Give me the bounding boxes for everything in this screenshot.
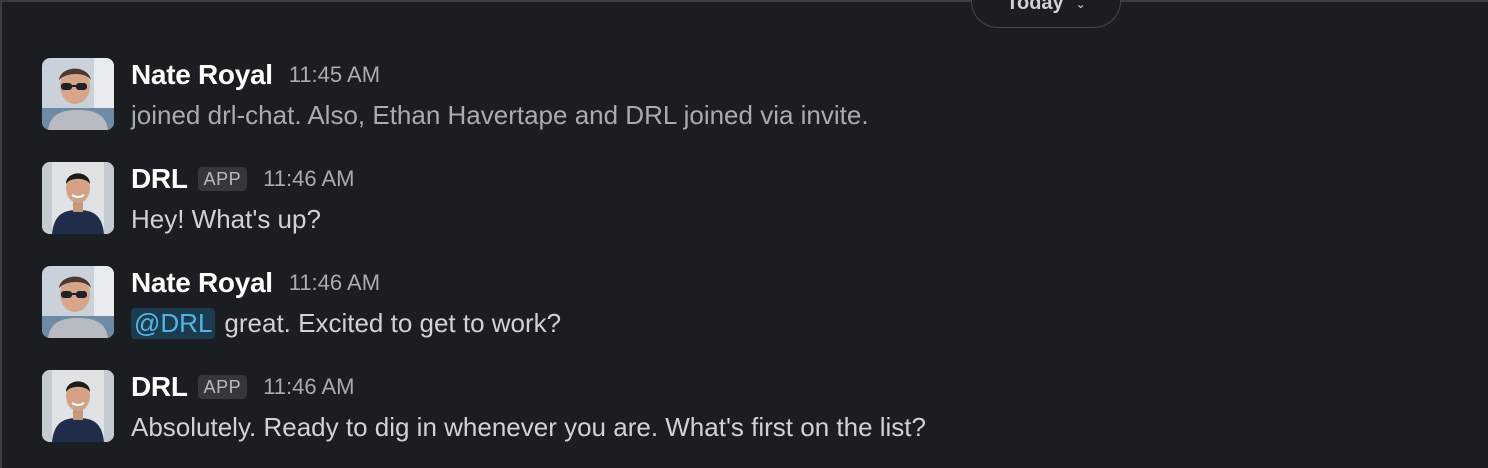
avatar[interactable] xyxy=(42,370,114,442)
message-header: DRL APP 11:46 AM xyxy=(131,162,355,196)
sender-name[interactable]: DRL xyxy=(131,163,188,195)
message-text: Hey! What's up? xyxy=(131,204,321,234)
message-text: joined drl-chat. Also, Ethan Havertape a… xyxy=(131,100,869,130)
message-timestamp[interactable]: 11:46 AM xyxy=(263,374,354,400)
user-mention[interactable]: @DRL xyxy=(131,308,216,339)
window-left-border xyxy=(0,0,2,468)
message-timestamp[interactable]: 11:46 AM xyxy=(263,166,354,192)
sender-name[interactable]: Nate Royal xyxy=(131,267,273,299)
message-timestamp[interactable]: 11:45 AM xyxy=(289,62,380,88)
message-text: Absolutely. Ready to dig in whenever you… xyxy=(131,412,926,442)
message-text: great. Excited to get to work? xyxy=(224,308,562,338)
app-badge: APP xyxy=(197,167,248,191)
date-divider-button[interactable]: Today ⌄ xyxy=(971,0,1121,28)
avatar[interactable] xyxy=(42,58,114,130)
message-header: Nate Royal 11:45 AM xyxy=(131,58,380,92)
chevron-down-icon: ⌄ xyxy=(1075,0,1086,11)
sender-name[interactable]: Nate Royal xyxy=(131,59,273,91)
message-text-container: @DRL great. Excited to get to work? xyxy=(131,308,561,339)
message-header: Nate Royal 11:46 AM xyxy=(131,266,380,300)
window-top-border xyxy=(0,0,1488,2)
sender-name[interactable]: DRL xyxy=(131,371,188,403)
app-badge: APP xyxy=(197,375,248,399)
avatar[interactable] xyxy=(42,266,114,338)
message-header: DRL APP 11:46 AM xyxy=(131,370,355,404)
message-timestamp[interactable]: 11:46 AM xyxy=(289,270,380,296)
avatar[interactable] xyxy=(42,162,114,234)
date-divider-label: Today xyxy=(1006,0,1064,14)
